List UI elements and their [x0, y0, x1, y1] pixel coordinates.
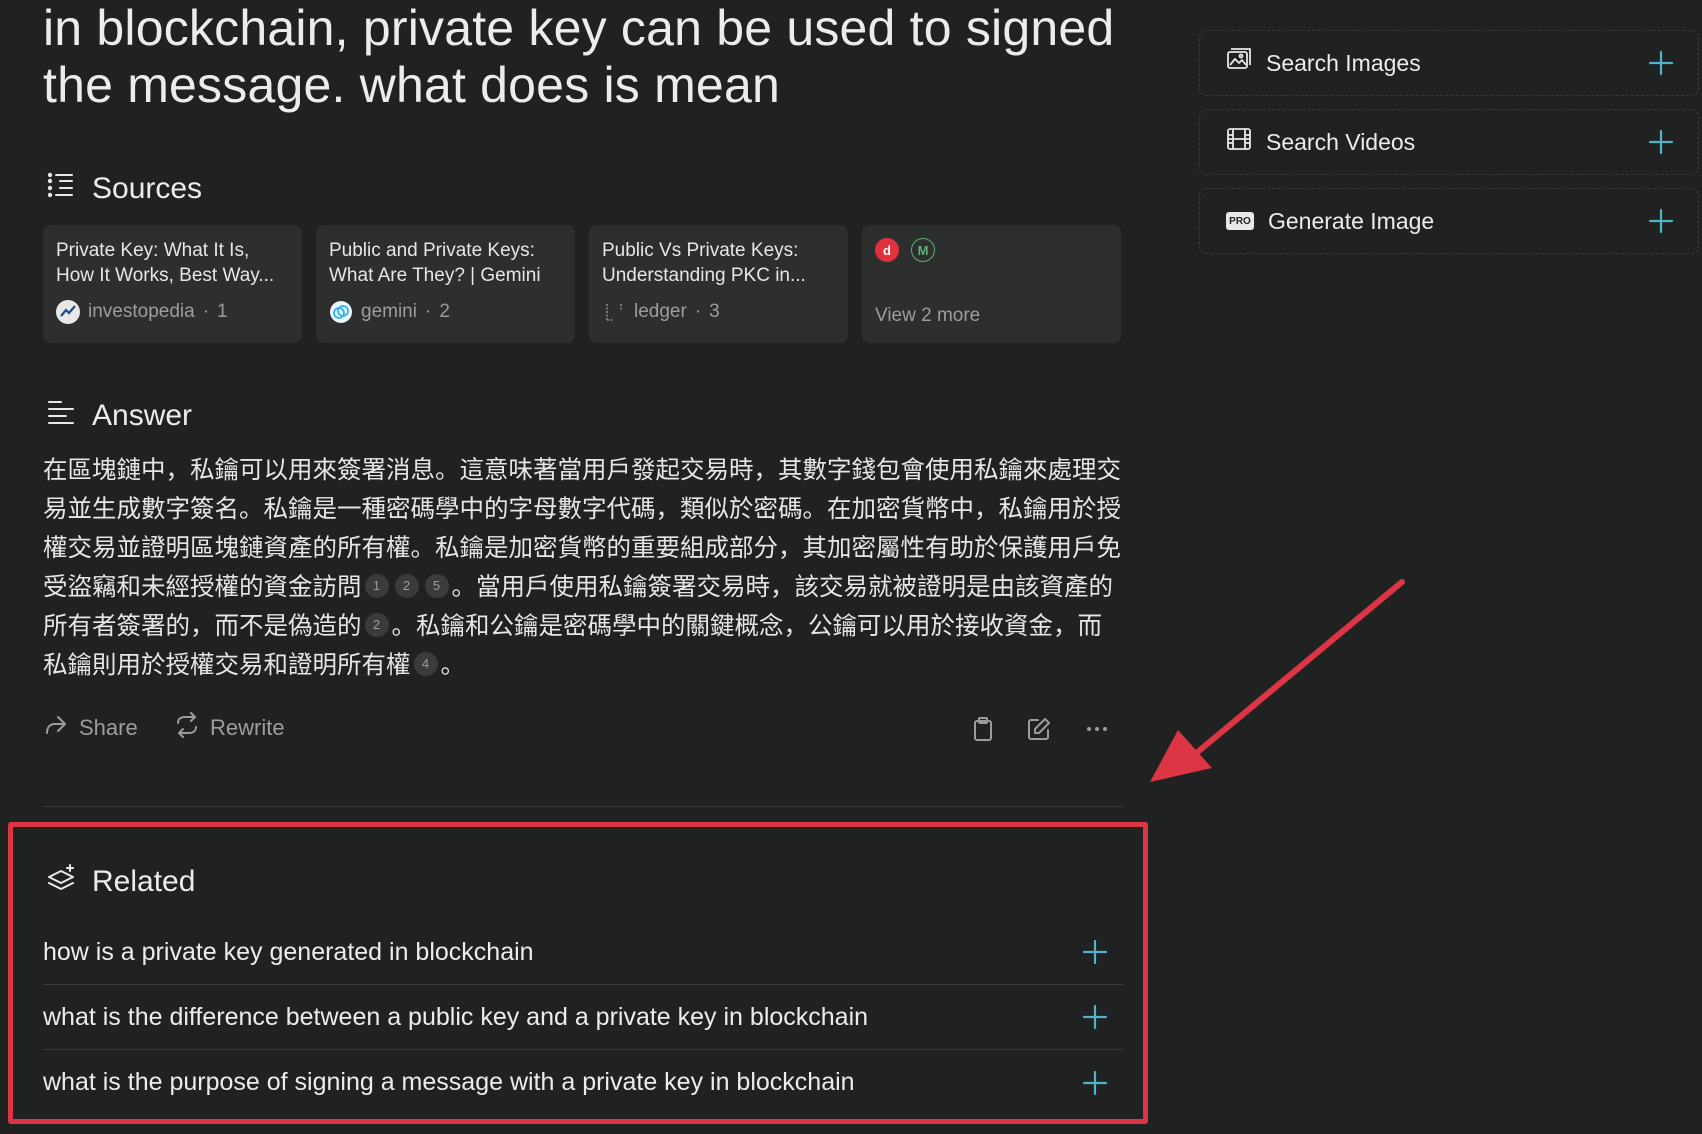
related-list: how is a private key generated in blockc…: [43, 920, 1123, 1115]
gemini-favicon-icon: [329, 300, 353, 324]
m-favicon-icon: M: [911, 238, 935, 262]
rewrite-label: Rewrite: [210, 715, 285, 740]
sources-icon: [46, 170, 76, 208]
citation-badge[interactable]: 1: [364, 573, 389, 598]
answer-actions: Share Rewrite: [43, 712, 1123, 746]
search-videos-card[interactable]: Search Videos: [1199, 109, 1699, 175]
plus-icon[interactable]: [1082, 1070, 1108, 1096]
source-card-investopedia[interactable]: Private Key: What It Is, How It Works, B…: [43, 225, 302, 343]
source-separator: ·: [424, 301, 432, 322]
generate-image-card[interactable]: PRO Generate Image: [1199, 188, 1699, 254]
film-icon: [1226, 126, 1252, 158]
view-more-label: View 2 more: [875, 305, 981, 326]
copy-icon[interactable]: [970, 716, 996, 747]
plus-icon[interactable]: [1648, 208, 1674, 234]
answer-icon: [46, 397, 76, 435]
source-site: investopedia: [88, 301, 195, 322]
sources-heading: Sources: [46, 170, 202, 208]
source-meta: ledger · 3: [602, 300, 835, 324]
search-images-label: Search Images: [1266, 49, 1421, 76]
source-card-gemini[interactable]: Public and Private Keys: What Are They? …: [316, 225, 575, 343]
citation-badge[interactable]: 4: [413, 651, 438, 676]
edit-icon[interactable]: [1026, 716, 1052, 747]
source-meta: investopedia · 1: [56, 300, 289, 324]
right-sidebar: Search Images Search Videos PRO Generate…: [1199, 30, 1699, 267]
sources-heading-label: Sources: [92, 172, 203, 205]
app-root: in blockchain, private key can be used t…: [0, 0, 1702, 1134]
citation-badge[interactable]: 2: [364, 612, 389, 637]
d-favicon-icon: d: [875, 238, 899, 262]
related-item-label: what is the difference between a public …: [43, 1002, 869, 1031]
page-title: in blockchain, private key can be used t…: [43, 0, 1115, 113]
plus-icon[interactable]: [1082, 1004, 1108, 1030]
source-index: 1: [217, 301, 228, 322]
source-site: ledger: [634, 301, 687, 322]
plus-icon[interactable]: [1082, 939, 1108, 965]
plus-icon[interactable]: [1648, 50, 1674, 76]
investopedia-favicon-icon: [56, 300, 80, 324]
source-card-ledger[interactable]: Public Vs Private Keys: Understanding PK…: [589, 225, 848, 343]
related-item[interactable]: how is a private key generated in blockc…: [43, 920, 1123, 985]
share-label: Share: [79, 715, 138, 740]
answer-text: 在區塊鏈中，私鑰可以用來簽署消息。這意味著當用戶發起交易時，其數字錢包會使用私鑰…: [43, 450, 1123, 684]
answer-heading: Answer: [46, 397, 192, 435]
related-heading-label: Related: [92, 865, 196, 898]
citation-badge[interactable]: 2: [394, 573, 419, 598]
search-videos-label: Search Videos: [1266, 128, 1416, 155]
source-title: Public Vs Private Keys: Understanding PK…: [602, 240, 806, 286]
sources-list: Private Key: What It Is, How It Works, B…: [43, 225, 1121, 343]
pro-badge-icon: PRO: [1226, 212, 1254, 230]
answer-part: 。: [440, 650, 466, 679]
search-images-card[interactable]: Search Images: [1199, 30, 1699, 96]
generate-image-label: Generate Image: [1268, 207, 1435, 234]
annotation-arrow-icon: [1150, 579, 1405, 782]
share-button[interactable]: Share: [43, 712, 138, 744]
source-meta: gemini · 2: [329, 300, 562, 324]
more-options-icon[interactable]: [1084, 716, 1110, 747]
source-index: 3: [709, 301, 720, 322]
rewrite-icon: [174, 712, 200, 744]
related-item-label: how is a private key generated in blockc…: [43, 937, 534, 966]
rewrite-button[interactable]: Rewrite: [174, 712, 285, 744]
source-site: gemini: [361, 301, 417, 322]
related-icon: [46, 863, 76, 901]
image-icon: [1226, 47, 1252, 79]
source-index: 2: [439, 301, 450, 322]
source-separator: ·: [202, 301, 210, 322]
section-divider: [43, 806, 1123, 807]
related-heading: Related: [46, 863, 195, 901]
related-item[interactable]: what is the purpose of signing a message…: [43, 1050, 1123, 1115]
source-title: Public and Private Keys: What Are They? …: [329, 240, 541, 286]
view-more-sources-card[interactable]: d M View 2 more: [862, 225, 1121, 343]
source-title: Private Key: What It Is, How It Works, B…: [56, 240, 275, 286]
ledger-favicon-icon: [602, 300, 626, 324]
related-item-label: what is the purpose of signing a message…: [43, 1068, 855, 1096]
more-favicons: d M: [875, 238, 1108, 262]
share-icon: [43, 712, 69, 744]
citation-badge[interactable]: 5: [424, 573, 449, 598]
answer-heading-label: Answer: [92, 399, 193, 432]
plus-icon[interactable]: [1648, 129, 1674, 155]
related-item[interactable]: what is the difference between a public …: [43, 985, 1123, 1050]
source-separator: ·: [694, 301, 702, 322]
